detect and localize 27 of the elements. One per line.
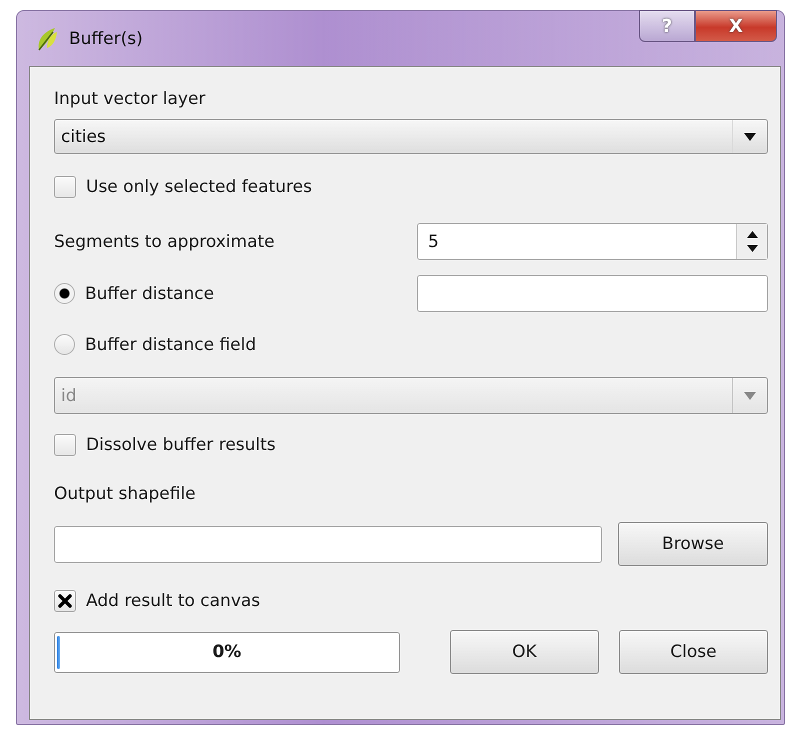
- distance-input[interactable]: [417, 275, 768, 312]
- window-title: Buffer(s): [69, 28, 143, 48]
- checkbox-label: Add result to canvas: [86, 591, 260, 611]
- checkbox-label: Dissolve buffer results: [86, 435, 276, 455]
- segments-spinbox[interactable]: 5: [417, 223, 768, 260]
- checkbox[interactable]: [54, 590, 76, 612]
- up-arrow-icon[interactable]: [746, 231, 758, 238]
- field-label: Input vector layer: [54, 89, 206, 109]
- checkbox-label: Use only selected features: [86, 177, 312, 197]
- dropdown-arrow-icon: [744, 132, 756, 140]
- close-dialog-button[interactable]: Close: [618, 630, 768, 674]
- layer-dropdown[interactable]: cities: [54, 119, 768, 154]
- browse-button[interactable]: Browse: [618, 522, 768, 566]
- checkbox[interactable]: [54, 176, 76, 198]
- field-label: Segments to approximate: [54, 232, 275, 252]
- progress-text: 0%: [212, 642, 242, 662]
- radio-button[interactable]: [54, 283, 75, 304]
- radio-label: Buffer distance field: [85, 334, 256, 354]
- dropdown-arrow-icon: [744, 392, 756, 400]
- radio-button[interactable]: [54, 334, 75, 355]
- output-path-field[interactable]: [54, 526, 602, 562]
- window-x-button[interactable]: X: [695, 10, 777, 42]
- down-arrow-icon[interactable]: [746, 245, 758, 252]
- field-label: Output shapefile: [54, 484, 197, 504]
- ok-button[interactable]: OK: [450, 630, 599, 674]
- radio-label: Buffer distance: [85, 284, 214, 304]
- checkbox[interactable]: [54, 434, 76, 456]
